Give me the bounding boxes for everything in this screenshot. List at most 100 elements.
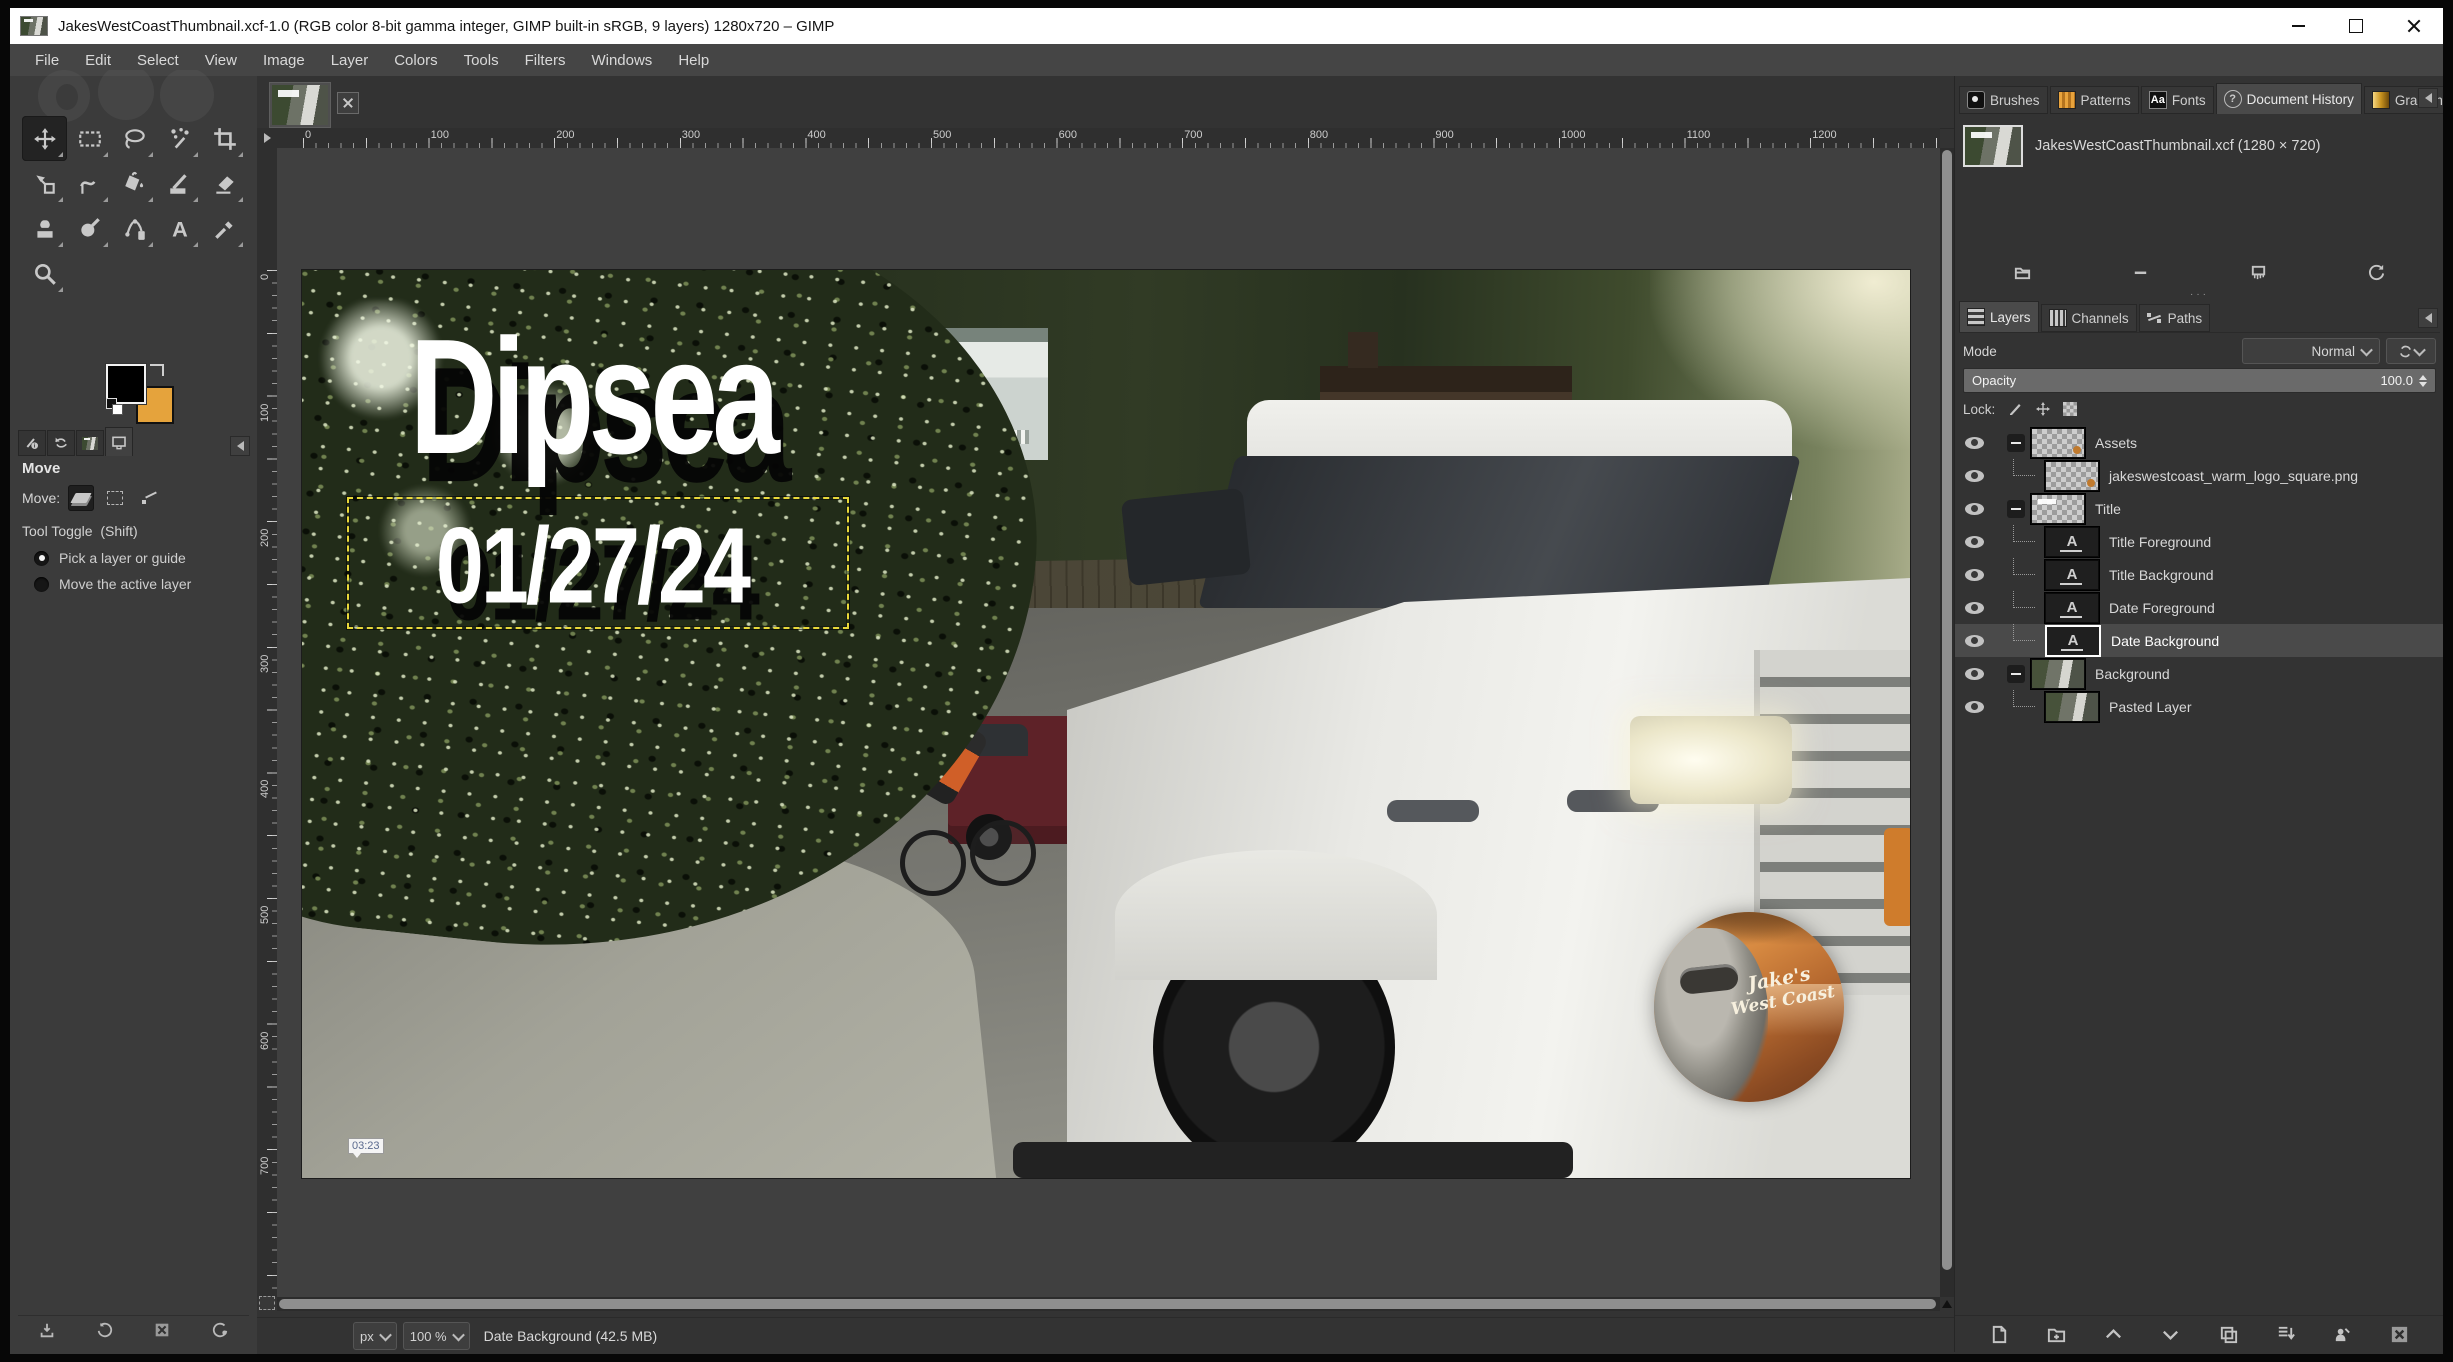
tab-layers[interactable]: Layers (1959, 301, 2039, 332)
dock-grip[interactable]: ··· (1955, 292, 2443, 298)
crop-tool[interactable] (202, 116, 247, 161)
move-selection-mode-button[interactable] (102, 485, 128, 511)
eye-icon[interactable] (1965, 602, 1984, 614)
add-mask-button[interactable] (2322, 1320, 2362, 1348)
eye-icon[interactable] (1965, 503, 1984, 515)
opacity-spinner[interactable] (2419, 375, 2427, 387)
move-path-mode-button[interactable] (136, 485, 162, 511)
maximize-button[interactable] (2327, 8, 2385, 44)
eye-icon[interactable] (1965, 536, 1984, 548)
horizontal-ruler[interactable]: 0100200300400500600700800900100011001200 (277, 128, 1940, 149)
minimize-button[interactable] (2269, 8, 2327, 44)
close-button[interactable] (2385, 8, 2443, 44)
menu-windows[interactable]: Windows (578, 45, 665, 76)
open-entry-button[interactable] (2013, 263, 2032, 287)
menu-filters[interactable]: Filters (512, 45, 579, 76)
tab-channels[interactable]: Channels (2041, 304, 2137, 332)
default-colors-icon[interactable] (106, 398, 124, 416)
visibility-cell[interactable] (1955, 470, 1993, 482)
clone-tool[interactable] (22, 206, 67, 251)
canvas-viewport[interactable]: Jake's West Coast Dipsea 01/27/24 03:23 (277, 148, 1940, 1297)
eye-icon[interactable] (1965, 437, 1984, 449)
tool-toggle-option-0[interactable]: Pick a layer or guide (18, 545, 250, 571)
eye-icon[interactable] (1965, 668, 1984, 680)
document-history-item[interactable]: JakesWestCoastThumbnail.xcf (1280 × 720) (1963, 124, 2436, 168)
vertical-scrollbar[interactable] (1940, 148, 1954, 1297)
layer-row-background[interactable]: Background (1955, 657, 2443, 690)
visibility-cell[interactable] (1955, 536, 1993, 548)
mode-dropdown[interactable]: Normal (2242, 338, 2380, 364)
reset-tool-options-button[interactable] (211, 1321, 229, 1344)
navigation-button[interactable] (1941, 1298, 1953, 1310)
new-layer-button[interactable] (1980, 1320, 2020, 1348)
delete-layer-button[interactable] (2379, 1320, 2419, 1348)
raise-layer-button[interactable] (2094, 1320, 2134, 1348)
collapse-group-icon[interactable] (2007, 434, 2025, 452)
transform-tool[interactable] (22, 161, 67, 206)
remove-entry-button[interactable] (2131, 263, 2150, 287)
new-layer-group-button[interactable] (2037, 1320, 2077, 1348)
tab-patterns[interactable]: Patterns (2050, 86, 2139, 114)
collapse-layers-button[interactable] (2418, 308, 2438, 328)
tab-image-thumbnail[interactable] (76, 430, 104, 456)
layer-row-assets[interactable]: Assets (1955, 426, 2443, 459)
visibility-cell[interactable] (1955, 701, 1993, 713)
duplicate-layer-button[interactable] (2208, 1320, 2248, 1348)
eye-icon[interactable] (1965, 569, 1984, 581)
tool-toggle-option-1[interactable]: Move the active layer (18, 571, 250, 597)
zoom-tool[interactable] (22, 251, 67, 296)
eye-icon[interactable] (1965, 470, 1984, 482)
move-tool[interactable] (22, 116, 67, 161)
visibility-cell[interactable] (1955, 569, 1993, 581)
fuzzy-select-tool[interactable] (157, 116, 202, 161)
horizontal-scrollbar[interactable] (277, 1297, 1940, 1311)
visibility-cell[interactable] (1955, 668, 1993, 680)
text-tool[interactable]: A (157, 206, 202, 251)
tab-tool-options[interactable]: i (18, 430, 46, 456)
collapse-group-icon[interactable] (2007, 665, 2025, 683)
merge-down-button[interactable] (2265, 1320, 2305, 1348)
tab-document-history[interactable]: ?Document History (2216, 83, 2362, 114)
layer-row-pasted-layer[interactable]: Pasted Layer (1955, 690, 2443, 723)
unit-select[interactable]: px (353, 1322, 397, 1350)
lock-alpha-icon[interactable] (2063, 402, 2077, 416)
lock-pixels-icon[interactable] (2007, 401, 2023, 417)
ruler-menu-button[interactable] (257, 128, 278, 149)
eye-icon[interactable] (1965, 701, 1984, 713)
menu-layer[interactable]: Layer (318, 45, 382, 76)
image-canvas[interactable]: Jake's West Coast Dipsea 01/27/24 03:23 (302, 270, 1910, 1178)
eraser-tool[interactable] (202, 161, 247, 206)
save-tool-preset-button[interactable] (38, 1321, 56, 1344)
tab-undo-history[interactable] (47, 430, 75, 456)
visibility-cell[interactable] (1955, 602, 1993, 614)
image-tab[interactable] (269, 82, 331, 128)
quick-mask-toggle[interactable] (259, 1296, 275, 1310)
layer-row-title[interactable]: Title (1955, 492, 2443, 525)
color-picker-tool[interactable] (202, 206, 247, 251)
vertical-ruler[interactable]: 0100200300400500600700 (257, 148, 278, 1297)
vertical-scrollbar-thumb[interactable] (1942, 150, 1952, 1270)
tab-paths[interactable]: Paths (2139, 304, 2211, 332)
visibility-cell[interactable] (1955, 503, 1993, 515)
tab-fonts[interactable]: AaFonts (2141, 86, 2214, 114)
lock-position-icon[interactable] (2035, 401, 2051, 417)
move-layer-mode-button[interactable] (68, 485, 94, 511)
eye-icon[interactable] (1965, 635, 1984, 647)
layer-row-title-foreground[interactable]: ATitle Foreground (1955, 525, 2443, 558)
menu-help[interactable]: Help (665, 45, 722, 76)
collapse-tool-options-button[interactable] (230, 436, 250, 456)
menu-tools[interactable]: Tools (451, 45, 512, 76)
paintbrush-tool[interactable] (157, 161, 202, 206)
tab-navigation[interactable] (105, 427, 133, 456)
zoom-select[interactable]: 100 % (403, 1322, 470, 1350)
smudge-tool[interactable] (67, 206, 112, 251)
visibility-cell[interactable] (1955, 437, 1993, 449)
delete-tool-preset-button[interactable] (153, 1321, 171, 1344)
lower-layer-button[interactable] (2151, 1320, 2191, 1348)
tab-brushes[interactable]: Brushes (1959, 86, 2048, 114)
rect-select-tool[interactable] (67, 116, 112, 161)
restore-tool-preset-button[interactable] (96, 1321, 114, 1344)
clear-history-button[interactable] (2249, 263, 2268, 287)
bucket-fill-tool[interactable] (112, 161, 157, 206)
layer-row-jakeswestcoast-warm-logo-square-png[interactable]: jakeswestcoast_warm_logo_square.png (1955, 459, 2443, 492)
